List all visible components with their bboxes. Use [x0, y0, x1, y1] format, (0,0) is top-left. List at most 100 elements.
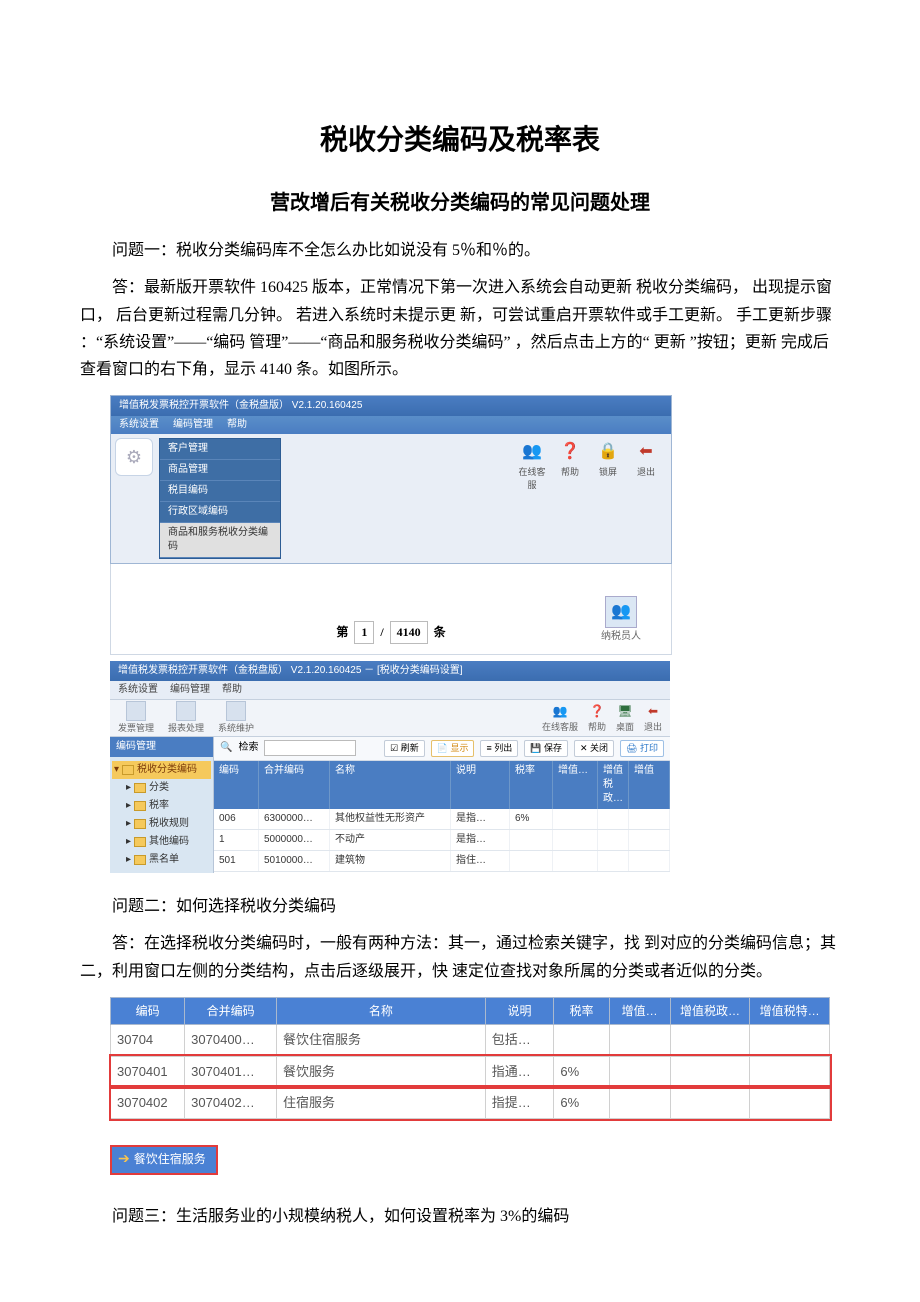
help-icon: ❓: [558, 440, 582, 464]
help-icon: ❓: [588, 702, 606, 720]
search-label: 检索: [238, 741, 258, 755]
menu-system-settings[interactable]: 系统设置: [119, 418, 159, 432]
cell-v1: [609, 1025, 670, 1056]
folder-icon: [134, 855, 146, 865]
tool-online-support[interactable]: 👥 在线客服: [517, 440, 547, 491]
cell-merge: 3070402…: [185, 1087, 277, 1118]
cell-rate: 6%: [554, 1056, 609, 1087]
lock-icon: 🔒: [596, 440, 620, 464]
menu-item-region[interactable]: 行政区域编码: [160, 502, 280, 523]
menu2-system[interactable]: 系统设置: [118, 683, 158, 697]
screenshot-1-window: 增值税发票税控开票软件（金税盘版） V2.1.20.160425 系统设置 编码…: [110, 395, 672, 564]
user-avatar[interactable]: 👥 纳税员人: [599, 596, 643, 644]
th-v1: 增值…: [609, 997, 670, 1025]
grid-row[interactable]: 5015010000…建筑物指住…: [214, 851, 670, 872]
tree-root[interactable]: ▾ 税收分类编码: [112, 761, 211, 779]
menu2-help[interactable]: 帮助: [222, 683, 242, 697]
btn-print[interactable]: 🖨 打印: [620, 740, 664, 757]
tree-node[interactable]: ▸ 黑名单: [112, 851, 211, 869]
menu-item-tax-classification[interactable]: 商品和服务税收分类编码: [160, 523, 280, 558]
btn-refresh[interactable]: ☑ 刷新: [384, 740, 425, 757]
folder-icon: [134, 801, 146, 811]
table-row-highlighted[interactable]: 3070401 3070401… 餐饮服务 指通… 6%: [111, 1056, 830, 1087]
grid-row[interactable]: 15000000…不动产是指…: [214, 830, 670, 851]
tree-node[interactable]: ▸ 其他编码: [112, 833, 211, 851]
cell-desc: 指通…: [485, 1056, 554, 1087]
menu-item-customer[interactable]: 客户管理: [160, 439, 280, 460]
th-rate: 税率: [554, 997, 609, 1025]
tb-report[interactable]: 报表处理: [168, 701, 204, 735]
cell-name: 餐饮服务: [276, 1056, 485, 1087]
tool-lock[interactable]: 🔒 锁屏: [593, 440, 623, 479]
window2-menubar: 系统设置 编码管理 帮助: [110, 681, 670, 700]
th-merge: 合并编码: [185, 997, 277, 1025]
btn-show[interactable]: 📄 显示: [431, 740, 475, 757]
tool-label: 帮助: [555, 466, 585, 479]
support-icon: 👥: [520, 440, 544, 464]
page-subtitle: 营改增后有关税收分类编码的常见问题处理: [80, 189, 840, 217]
classification-table: 编码 合并编码 名称 说明 税率 增值… 增值税政… 增值税特… 30704 3…: [110, 997, 830, 1119]
window-menubar: 系统设置 编码管理 帮助: [111, 416, 671, 434]
th-desc: 说明: [485, 997, 554, 1025]
folder-icon: [134, 837, 146, 847]
side-header: 编码管理: [110, 737, 213, 757]
breadcrumb-tag[interactable]: ➔ 餐饮住宿服务: [110, 1145, 218, 1175]
search-input[interactable]: [264, 740, 356, 756]
page-title: 税收分类编码及税率表: [80, 120, 840, 159]
menu-help[interactable]: 帮助: [227, 418, 247, 432]
question-2: 问题二：如何选择税收分类编码: [80, 893, 840, 920]
tb-support[interactable]: 👥在线客服: [542, 702, 578, 734]
breadcrumb-label: 餐饮住宿服务: [134, 1151, 206, 1168]
tb-invoice[interactable]: 发票管理: [118, 701, 154, 735]
cell-v1: [609, 1087, 670, 1118]
tool-label: 锁屏: [593, 466, 623, 479]
pager-current[interactable]: 1: [354, 621, 374, 644]
th-v2: 增值税政…: [670, 997, 750, 1025]
tb-desktop[interactable]: 🖥桌面: [616, 702, 634, 734]
pager-sep: /: [380, 624, 383, 641]
tree-node[interactable]: ▸ 分类: [112, 779, 211, 797]
tb-system[interactable]: 系统维护: [218, 701, 254, 735]
th-name: 名称: [276, 997, 485, 1025]
tb-exit[interactable]: ⬅退出: [644, 702, 662, 734]
screenshot-1: 增值税发票税控开票软件（金税盘版） V2.1.20.160425 系统设置 编码…: [110, 395, 840, 873]
btn-close[interactable]: ✕ 关闭: [574, 740, 614, 757]
cell-desc: 指提…: [485, 1087, 554, 1118]
btn-list[interactable]: ≡ 列出: [480, 740, 518, 757]
question-3: 问题三：生活服务业的小规模纳税人，如何设置税率为 3%的编码: [80, 1203, 840, 1230]
tool-help[interactable]: ❓ 帮助: [555, 440, 585, 479]
answer-1: 答：最新版开票软件 160425 版本，正常情况下第一次进入系统会自动更新 税收…: [80, 274, 840, 383]
cell-v3: [750, 1056, 830, 1087]
cell-v2: [670, 1056, 750, 1087]
grid-row[interactable]: 0066300000…其他权益性无形资产是指…6%: [214, 809, 670, 830]
question-1: 问题一：税收分类编码库不全怎么办比如说没有 5％和％的。: [80, 237, 840, 264]
cell-rate: [554, 1025, 609, 1056]
menu-code-manage[interactable]: 编码管理: [173, 418, 213, 432]
menu-item-product[interactable]: 商品管理: [160, 460, 280, 481]
cell-name: 住宿服务: [276, 1087, 485, 1118]
cell-code: 3070402: [111, 1087, 185, 1118]
tb-help[interactable]: ❓帮助: [588, 702, 606, 734]
avatar-label: 纳税员人: [599, 630, 643, 644]
cell-v3: [750, 1087, 830, 1118]
gear-icon[interactable]: ⚙: [115, 438, 153, 476]
folder-icon: [134, 783, 146, 793]
menu2-code[interactable]: 编码管理: [170, 683, 210, 697]
th-code: 编码: [111, 997, 185, 1025]
tree-node[interactable]: ▸ 税收规则: [112, 815, 211, 833]
tool-exit[interactable]: ⬅ 退出: [631, 440, 661, 479]
exit-icon: ⬅: [634, 440, 658, 464]
table-row-highlighted[interactable]: 3070402 3070402… 住宿服务 指提… 6%: [111, 1087, 830, 1118]
btn-save[interactable]: 💾 保存: [524, 740, 568, 757]
tool-label: 在线客服: [517, 466, 547, 491]
cell-name: 餐饮住宿服务: [276, 1025, 485, 1056]
pager-label-left: 第: [336, 624, 348, 641]
answer-2: 答：在选择税收分类编码时，一般有两种方法：其一，通过检索关键字，找 到对应的分类…: [80, 930, 840, 984]
pager-total: 4140: [390, 621, 428, 644]
tree-node[interactable]: ▸ 税率: [112, 797, 211, 815]
table-row[interactable]: 30704 3070400… 餐饮住宿服务 包括…: [111, 1025, 830, 1056]
cell-desc: 包括…: [485, 1025, 554, 1056]
menu-item-taxcode[interactable]: 税目编码: [160, 481, 280, 502]
cell-merge: 3070400…: [185, 1025, 277, 1056]
cell-v1: [609, 1056, 670, 1087]
